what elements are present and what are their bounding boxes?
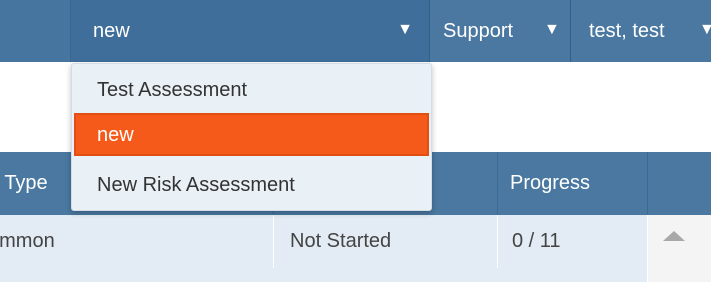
column-header-progress-label: Progress <box>510 172 591 194</box>
dropdown-item-test-assessment[interactable]: Test Assessment <box>72 70 431 108</box>
dropdown-item-new-risk-assessment[interactable]: New Risk Assessment <box>72 165 431 203</box>
dropdown-item-new[interactable]: new <box>74 113 429 156</box>
cell-type: ommon <box>0 215 274 268</box>
caret-down-icon: ▼ <box>699 21 711 38</box>
cell-status: Not Started <box>274 215 498 268</box>
dropdown-item-label: new <box>97 124 134 146</box>
column-header-progress[interactable]: Progress <box>498 152 648 215</box>
column-header-scroll <box>648 152 711 215</box>
column-header-type-label: b Type <box>0 172 48 194</box>
assessment-select-value: new <box>93 20 130 42</box>
cell-type-text: ommon <box>0 230 55 252</box>
cell-progress: 0 / 11 <box>498 215 647 268</box>
support-menu-label: Support <box>443 20 514 42</box>
dropdown-item-label: Test Assessment <box>97 79 248 101</box>
nav-left-area <box>0 0 70 62</box>
cell-progress-text: 0 / 11 <box>512 230 561 252</box>
dropdown-item-label: New Risk Assessment <box>97 174 295 196</box>
assessment-select[interactable]: new ▼ <box>70 0 430 62</box>
cell-status-text: Not Started <box>290 230 392 252</box>
scrollbar[interactable] <box>648 215 711 282</box>
scroll-up-arrow-icon[interactable] <box>663 231 685 241</box>
caret-down-icon: ▼ <box>397 21 413 38</box>
top-nav: new ▼ Support ▼ test, test ▼ <box>0 0 711 62</box>
caret-down-icon: ▼ <box>544 21 560 38</box>
user-menu-label: test, test <box>589 20 665 42</box>
support-menu[interactable]: Support ▼ <box>431 0 571 62</box>
assessment-dropdown-menu: Test Assessment new New Risk Assessment <box>71 63 432 211</box>
table-row <box>0 268 647 282</box>
user-menu[interactable]: test, test ▼ <box>571 0 711 62</box>
table-row[interactable]: ommon Not Started 0 / 11 <box>0 215 647 268</box>
